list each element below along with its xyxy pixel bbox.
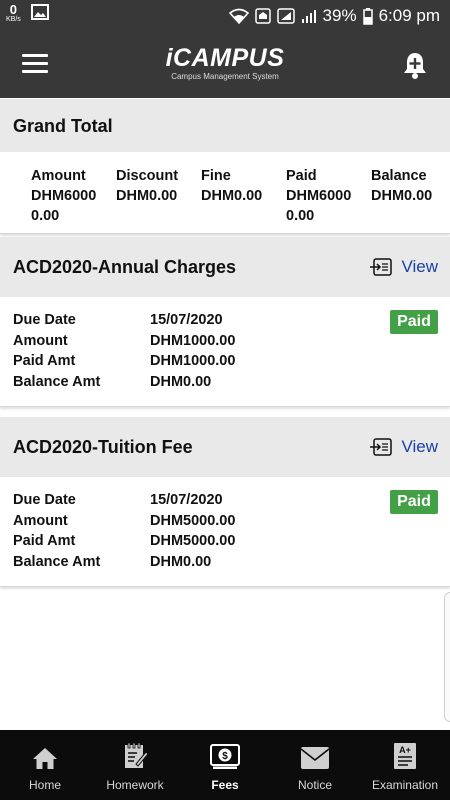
- home-lock-icon: [254, 8, 271, 24]
- envelope-icon: [300, 747, 330, 769]
- menu-button[interactable]: [22, 54, 48, 74]
- grand-total-amount: Amount DHM60000.00: [31, 166, 107, 226]
- status-bar-left: 0 KB/s: [6, 2, 49, 24]
- battery-icon: [362, 7, 373, 25]
- nav-homework[interactable]: Homework: [90, 730, 180, 800]
- svg-text:$: $: [222, 751, 228, 762]
- hamburger-icon-bar: [22, 70, 48, 73]
- view-label: View: [401, 437, 438, 456]
- grand-total-discount-label: Discount: [116, 168, 179, 184]
- row-label: Paid Amt: [13, 353, 76, 369]
- home-icon: [33, 748, 57, 769]
- grand-total-paid-value: DHM60000.00: [286, 188, 352, 224]
- wifi-icon: [228, 8, 249, 24]
- examination-icon: A+: [394, 743, 416, 769]
- view-details-icon: [370, 438, 393, 456]
- grand-total-fine: Fine DHM0.00: [201, 166, 277, 206]
- app-logo: iCAMPUS Campus Management System: [155, 44, 295, 86]
- fee-card-body: Due Date 15/07/2020 Amount DHM5000.00 Paid…: [0, 477, 450, 587]
- hamburger-icon-bar: [22, 54, 48, 57]
- grand-total-balance-value: DHM0.00: [371, 188, 433, 204]
- due-date-row: Due Date 15/07/2020: [13, 310, 223, 331]
- logo-subtitle: Campus Management System: [171, 72, 279, 81]
- scroll-handle[interactable]: [444, 592, 450, 722]
- nav-fees-label: Fees: [211, 778, 239, 792]
- clock: 6:09 pm: [378, 6, 440, 25]
- homework-icon: [125, 742, 148, 768]
- amount-row: Amount DHM1000.00: [13, 331, 235, 352]
- logo-text: iCAMPUS: [165, 44, 285, 72]
- row-value: DHM0.00: [150, 553, 212, 570]
- row-value: DHM1000.00: [150, 332, 236, 349]
- row-value: DHM1000.00: [150, 353, 236, 369]
- view-button[interactable]: View: [369, 257, 438, 277]
- signal-icon: [301, 10, 316, 23]
- grand-total-paid: Paid DHM60000.00: [286, 166, 362, 226]
- grand-total-title: Grand Total: [13, 116, 113, 136]
- network-speed-value: 0: [9, 2, 18, 17]
- row-value: 15/07/2020: [150, 312, 223, 328]
- fee-card-header: ACD2020-Tuition Fee View: [0, 417, 450, 477]
- status-badge: Paid: [390, 490, 438, 514]
- svg-text:A+: A+: [399, 745, 411, 755]
- nav-home-label: Home: [28, 778, 61, 792]
- row-value: DHM0.00: [150, 373, 212, 390]
- grand-total-amount-label: Amount: [31, 168, 86, 184]
- row-value: DHM5000.00: [150, 512, 236, 529]
- paid-amt-row: Paid Amt DHM5000.00: [13, 531, 235, 552]
- grand-total-balance-label: Balance: [371, 168, 427, 184]
- status-bar-right: 39% 6:09 pm: [228, 6, 440, 26]
- battery-percent: 39%: [322, 6, 357, 25]
- grand-total-header: Grand Total: [0, 99, 450, 152]
- fee-title: ACD2020-Tuition Fee: [13, 437, 193, 457]
- fee-card-header: ACD2020-Annual Charges View: [0, 237, 450, 297]
- grand-total-discount-value: DHM0.00: [116, 188, 178, 204]
- row-value: DHM5000.00: [150, 533, 236, 549]
- row-label: Balance Amt: [13, 553, 101, 570]
- row-value: 15/07/2020: [150, 492, 223, 508]
- due-date-row: Due Date 15/07/2020: [13, 490, 223, 511]
- view-details-icon: [370, 258, 393, 276]
- row-label: Due Date: [13, 492, 76, 508]
- grand-total-amount-value: DHM60000.00: [31, 188, 97, 224]
- bottom-navigation: Home Homework $ Fees Notice A+ Examinati…: [0, 730, 450, 800]
- grand-total-fine-label: Fine: [201, 168, 231, 184]
- balance-amt-row: Balance Amt DHM0.00: [13, 372, 211, 393]
- nav-examination[interactable]: A+ Examination: [360, 730, 450, 800]
- row-label: Due Date: [13, 312, 76, 328]
- status-bar: 0 KB/s 39% 6:09 pm: [0, 0, 450, 32]
- row-label: Amount: [13, 332, 68, 349]
- balance-amt-row: Balance Amt DHM0.00: [13, 552, 211, 573]
- notification-bell-icon[interactable]: [400, 50, 430, 80]
- grand-total-fine-value: DHM0.00: [201, 188, 263, 204]
- nav-homework-label: Homework: [106, 778, 164, 792]
- view-button[interactable]: View: [369, 437, 438, 457]
- nav-notice[interactable]: Notice: [270, 730, 360, 800]
- view-label: View: [401, 257, 438, 276]
- nav-examination-label: Examination: [371, 778, 439, 792]
- row-label: Balance Amt: [13, 373, 101, 390]
- sim-signal-icon: [276, 8, 295, 24]
- gallery-icon: [30, 4, 49, 20]
- row-label: Amount: [13, 512, 68, 529]
- fees-icon: $: [210, 744, 240, 769]
- fee-title: ACD2020-Annual Charges: [13, 257, 237, 277]
- grand-total-discount: Discount DHM0.00: [116, 166, 192, 206]
- nav-home[interactable]: Home: [0, 730, 90, 800]
- amount-row: Amount DHM5000.00: [13, 511, 235, 532]
- grand-total-summary: Amount DHM60000.00 Discount DHM0.00 Fine…: [0, 152, 450, 234]
- network-speed: 0 KB/s: [6, 2, 21, 24]
- hamburger-icon-bar: [22, 62, 48, 65]
- nav-fees[interactable]: $ Fees: [180, 730, 270, 800]
- paid-amt-row: Paid Amt DHM1000.00: [13, 351, 235, 372]
- grand-total-balance: Balance DHM0.00: [371, 166, 447, 206]
- row-label: Paid Amt: [13, 533, 76, 549]
- status-badge: Paid: [390, 310, 438, 334]
- grand-total-paid-label: Paid: [286, 168, 317, 184]
- app-bar: iCAMPUS Campus Management System: [0, 32, 450, 98]
- network-speed-unit: KB/s: [6, 16, 21, 23]
- fee-card-body: Due Date 15/07/2020 Amount DHM1000.00 Paid…: [0, 297, 450, 407]
- nav-notice-label: Notice: [297, 778, 332, 792]
